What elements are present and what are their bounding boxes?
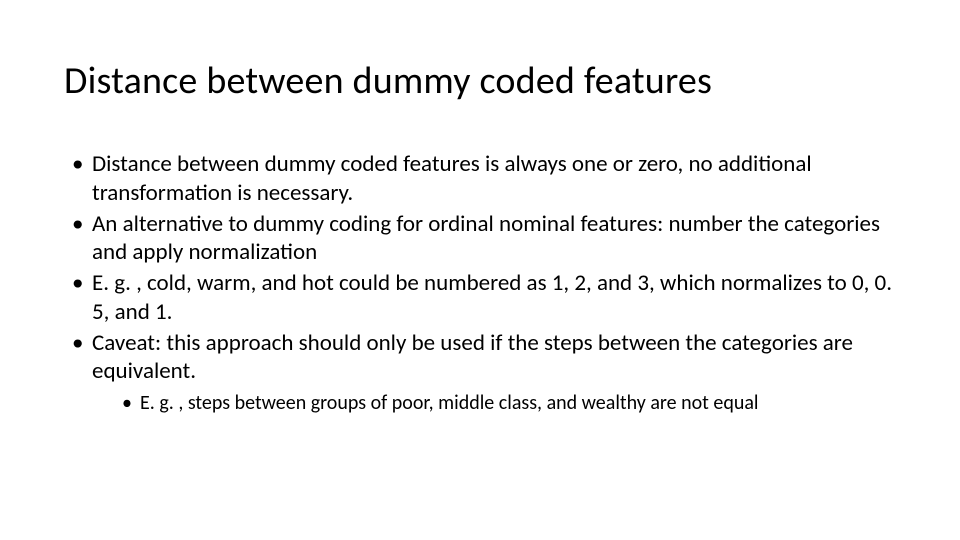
sub-bullet-item: E. g. , steps between groups of poor, mi… bbox=[122, 390, 896, 416]
bullet-list: Distance between dummy coded features is… bbox=[64, 150, 896, 416]
bullet-item: E. g. , cold, warm, and hot could be num… bbox=[70, 269, 896, 327]
sub-bullet-list: E. g. , steps between groups of poor, mi… bbox=[92, 390, 896, 416]
bullet-item: Distance between dummy coded features is… bbox=[70, 150, 896, 208]
slide-title: Distance between dummy coded features bbox=[64, 58, 896, 104]
bullet-item: Caveat: this approach should only be use… bbox=[70, 329, 896, 417]
bullet-item: An alternative to dummy coding for ordin… bbox=[70, 210, 896, 268]
bullet-text: Caveat: this approach should only be use… bbox=[92, 329, 853, 386]
